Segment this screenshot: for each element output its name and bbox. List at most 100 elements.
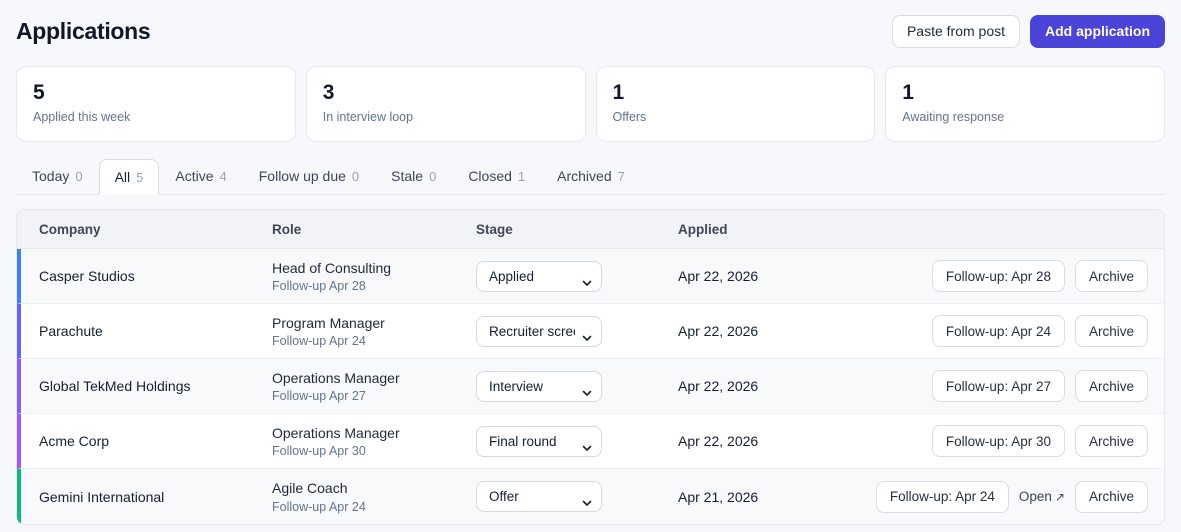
page-title: Applications	[16, 17, 151, 44]
role-followup-note: Follow-up Apr 28	[272, 279, 366, 294]
followup-button[interactable]: Follow-up: Apr 24	[931, 315, 1065, 347]
tab-label: Follow up due	[258, 168, 346, 184]
tab[interactable]: Archived 7	[541, 158, 641, 194]
stat-value: 5	[33, 81, 45, 104]
role-title: Head of Consulting	[272, 259, 392, 276]
add-application-button[interactable]: Add application	[1030, 14, 1165, 48]
archive-button[interactable]: Archive	[1074, 480, 1148, 513]
stat-label: In interview loop	[322, 110, 414, 125]
stat-value: 1	[612, 81, 625, 104]
tab-count: 0	[429, 168, 437, 184]
role-cell: Head of Consulting Follow-up Apr 28	[272, 259, 476, 294]
role-cell: Program Manager Follow-up Apr 24	[272, 314, 476, 349]
table-row: Global TekMed Holdings Operations Manage…	[17, 359, 1164, 414]
tab[interactable]: Today 0	[16, 158, 99, 194]
tab-count: 5	[136, 169, 144, 185]
column-header-role: Role	[272, 221, 302, 237]
stat-value: 1	[902, 81, 914, 104]
followup-button[interactable]: Follow-up: Apr 27	[931, 370, 1065, 402]
tab[interactable]: Closed 1	[452, 158, 541, 194]
role-cell: Operations Manager Follow-up Apr 30	[272, 424, 476, 459]
stage-select[interactable]: Applied	[476, 260, 602, 292]
tab-count: 0	[75, 168, 83, 184]
role-followup-note: Follow-up Apr 30	[272, 444, 366, 459]
stat-label: Awaiting response	[902, 110, 1005, 125]
tab-count: 0	[351, 168, 360, 184]
role-title: Agile Coach	[272, 480, 348, 497]
followup-button[interactable]: Follow-up: Apr 24	[875, 480, 1009, 513]
stat-card: 5 Applied this week	[16, 66, 296, 142]
column-header-applied: Applied	[678, 221, 728, 237]
role-followup-note: Follow-up Apr 27	[272, 389, 366, 404]
archive-button[interactable]: Archive	[1074, 315, 1148, 347]
archive-button[interactable]: Archive	[1074, 425, 1148, 457]
archive-button[interactable]: Archive	[1074, 260, 1148, 292]
tab-count: 1	[517, 168, 526, 184]
applications-table: Company Role Stage Applied Casper Studio…	[16, 209, 1165, 525]
stage-cell: Recruiter screen	[476, 315, 678, 347]
page: Applications Paste from post Add applica…	[0, 0, 1181, 525]
table-body: Casper Studios Head of Consulting Follow…	[17, 249, 1164, 524]
stage-select[interactable]: Offer	[476, 481, 602, 512]
stage-cell: Interview	[476, 370, 678, 402]
stage-cell: Final round	[476, 425, 678, 457]
stage-select-wrap: Applied	[476, 260, 602, 292]
table-row: Gemini International Agile Coach Follow-…	[17, 469, 1164, 524]
role-title: Program Manager	[272, 314, 385, 331]
external-link-icon: ↗	[1054, 489, 1065, 504]
row-actions: Follow-up: Apr 27 Archive	[931, 370, 1164, 402]
topbar-actions: Paste from post Add application	[891, 14, 1165, 48]
tab[interactable]: All 5	[98, 159, 160, 195]
stats-row: 5 Applied this week 3 In interview loop …	[16, 66, 1165, 142]
stage-cell: Offer	[476, 481, 678, 512]
tab-label: Today	[32, 168, 70, 184]
tab-label: All	[114, 169, 131, 185]
tab[interactable]: Follow up due 0	[243, 158, 375, 194]
tab-count: 4	[219, 168, 227, 184]
row-actions: Follow-up: Apr 24 Open ↗ Archive	[875, 480, 1164, 513]
row-actions: Follow-up: Apr 30 Archive	[931, 425, 1164, 457]
table-row: Parachute Program Manager Follow-up Apr …	[17, 304, 1164, 359]
tab[interactable]: Stale 0	[375, 158, 452, 194]
role-cell: Operations Manager Follow-up Apr 27	[272, 369, 476, 404]
tab-count: 7	[617, 168, 625, 184]
stage-select-wrap: Interview	[476, 370, 602, 402]
applied-date: Apr 22, 2026	[678, 268, 759, 284]
company-name: Gemini International	[39, 488, 165, 505]
stat-label: Applied this week	[33, 110, 131, 125]
applied-date: Apr 21, 2026	[678, 488, 759, 505]
stage-select[interactable]: Recruiter screen	[476, 315, 602, 347]
stat-card: 3 In interview loop	[305, 66, 586, 142]
table-header: Company Role Stage Applied	[17, 210, 1164, 249]
stage-select[interactable]: Final round	[476, 425, 602, 457]
applied-date: Apr 22, 2026	[678, 433, 759, 449]
open-link[interactable]: Open ↗	[1019, 489, 1065, 504]
open-link-label: Open	[1018, 489, 1052, 504]
archive-button[interactable]: Archive	[1074, 370, 1148, 402]
stage-select[interactable]: Interview	[476, 370, 602, 402]
paste-from-post-button[interactable]: Paste from post	[891, 14, 1020, 48]
stage-select-wrap: Final round	[476, 425, 602, 457]
row-actions: Follow-up: Apr 24 Archive	[931, 315, 1164, 347]
tab-label: Closed	[468, 168, 512, 184]
column-header-company: Company	[39, 221, 101, 237]
company-name: Casper Studios	[39, 268, 135, 284]
stat-label: Offers	[612, 110, 647, 125]
role-cell: Agile Coach Follow-up Apr 24	[272, 479, 476, 514]
applied-date: Apr 22, 2026	[678, 323, 759, 339]
followup-button[interactable]: Follow-up: Apr 28	[931, 260, 1065, 292]
followup-button[interactable]: Follow-up: Apr 30	[931, 425, 1065, 457]
stat-card: 1 Offers	[595, 66, 876, 142]
stage-select-wrap: Offer	[476, 481, 602, 512]
tab-label: Active	[175, 168, 214, 184]
tab-label: Archived	[557, 168, 612, 184]
column-header-stage: Stage	[476, 221, 513, 237]
table-row: Casper Studios Head of Consulting Follow…	[17, 249, 1164, 304]
role-title: Operations Manager	[272, 424, 400, 441]
company-name: Global TekMed Holdings	[39, 378, 191, 394]
role-followup-note: Follow-up Apr 24	[272, 334, 366, 349]
table-row: Acme Corp Operations Manager Follow-up A…	[17, 414, 1164, 469]
stat-value: 3	[322, 81, 335, 104]
stat-card: 1 Awaiting response	[885, 66, 1165, 142]
tab[interactable]: Active 4	[159, 158, 242, 194]
